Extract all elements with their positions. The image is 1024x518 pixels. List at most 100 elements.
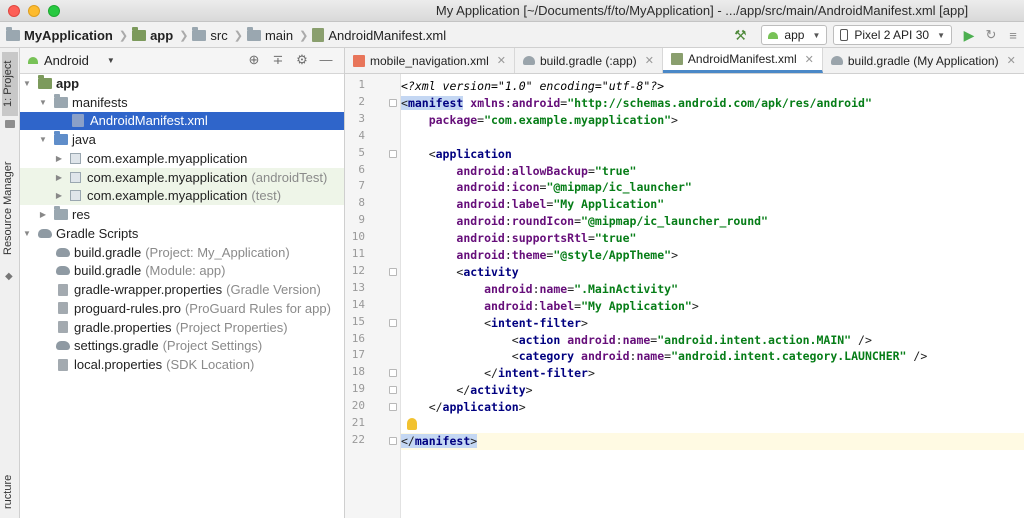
code-line[interactable]: <activity xyxy=(401,264,1024,281)
tree-item-label: settings.gradle xyxy=(74,338,159,354)
tree-item-manifests[interactable]: ▼ manifests xyxy=(20,93,344,112)
apply-changes-icon[interactable]: ↻ xyxy=(980,27,1002,43)
breadcrumb-file[interactable]: AndroidManifest.xml xyxy=(312,28,446,43)
line-number: 20 xyxy=(351,399,365,413)
expanded-arrow-icon[interactable]: ▼ xyxy=(22,229,32,238)
collapse-all-icon[interactable]: ∓ xyxy=(266,52,290,68)
code-line[interactable]: </application> xyxy=(401,399,1024,416)
expanded-arrow-icon[interactable]: ▼ xyxy=(38,135,48,144)
code-line[interactable]: android:supportsRtl="true" xyxy=(401,230,1024,247)
code-line[interactable]: android:label="My Application" xyxy=(401,196,1024,213)
breadcrumb-main[interactable]: main xyxy=(246,26,293,43)
collapsed-arrow-icon[interactable]: ▶ xyxy=(38,210,48,219)
code-line[interactable]: </intent-filter> xyxy=(401,365,1024,382)
tree-item-label: proguard-rules.pro xyxy=(74,300,181,316)
tree-item-label: com.example.myapplication xyxy=(87,188,248,204)
code-area[interactable]: <?xml version="1.0" encoding="utf-8"?> <m… xyxy=(401,74,1024,518)
close-icon[interactable]: ✕ xyxy=(497,54,506,67)
tab-mobile-navigation[interactable]: mobile_navigation.xml ✕ xyxy=(345,48,515,73)
gradle-elephant-icon xyxy=(56,247,70,257)
tree-item-local-properties[interactable]: local.properties (SDK Location) xyxy=(20,355,344,374)
code-line[interactable]: <intent-filter> xyxy=(401,315,1024,332)
tree-item-gradle-scripts[interactable]: ▼ Gradle Scripts xyxy=(20,224,344,243)
code-line[interactable]: <manifest xmlns:android="http://schemas.… xyxy=(401,95,1024,112)
code-line[interactable]: <action android:name="android.intent.act… xyxy=(401,332,1024,349)
fold-marker-icon[interactable] xyxy=(389,267,397,276)
code-line[interactable]: package="com.example.myapplication"> xyxy=(401,112,1024,129)
xml-file-icon xyxy=(353,54,365,67)
text-file-icon xyxy=(58,302,68,315)
fold-marker-icon[interactable] xyxy=(389,149,397,158)
code-line[interactable] xyxy=(401,416,1024,433)
code-line[interactable]: android:name=".MainActivity" xyxy=(401,281,1024,298)
chevron-down-icon: ▼ xyxy=(812,30,821,40)
tree-item-package-androidtest[interactable]: ▶ com.example.myapplication (androidTest… xyxy=(20,167,344,187)
fold-marker-icon[interactable] xyxy=(389,318,397,327)
expanded-arrow-icon[interactable]: ▼ xyxy=(38,98,48,107)
fold-marker-icon[interactable] xyxy=(389,403,397,412)
code-line[interactable]: android:icon="@mipmap/ic_launcher" xyxy=(401,179,1024,196)
breadcrumb-app[interactable]: app xyxy=(132,26,173,43)
expanded-arrow-icon[interactable]: ▼ xyxy=(22,79,32,88)
close-icon[interactable]: ✕ xyxy=(1007,54,1016,67)
tab-android-manifest[interactable]: AndroidManifest.xml ✕ xyxy=(662,48,823,73)
fold-marker-icon[interactable] xyxy=(389,369,397,378)
more-actions-icon[interactable]: ≡ xyxy=(1002,28,1024,43)
tree-item-gradle-wrapper[interactable]: gradle-wrapper.properties (Gradle Versio… xyxy=(20,280,344,299)
hammer-icon[interactable]: ⚒ xyxy=(729,25,751,45)
code-line[interactable]: <category android:name="android.intent.c… xyxy=(401,348,1024,365)
tab-build-gradle-app[interactable]: build.gradle (:app) ✕ xyxy=(515,48,663,73)
structure-tool-button[interactable]: ructure xyxy=(2,468,18,516)
code-line[interactable]: <application xyxy=(401,146,1024,163)
tree-item-package-main[interactable]: ▶ com.example.myapplication xyxy=(20,149,344,168)
project-tool-button[interactable]: 1: Project xyxy=(2,52,18,116)
fold-marker-icon[interactable] xyxy=(389,386,397,395)
line-number: 12 xyxy=(351,263,365,277)
code-line[interactable]: android:roundIcon="@mipmap/ic_launcher_r… xyxy=(401,213,1024,230)
code-line[interactable]: </activity> xyxy=(401,382,1024,399)
line-number: 8 xyxy=(358,196,365,210)
resource-manager-tool-button[interactable]: Resource Manager xyxy=(2,148,18,268)
tree-item-proguard-rules[interactable]: proguard-rules.pro (ProGuard Rules for a… xyxy=(20,299,344,318)
tree-item-app[interactable]: ▼ app xyxy=(20,74,344,93)
run-configuration-select[interactable]: app ▼ xyxy=(761,25,828,45)
close-icon[interactable]: ✕ xyxy=(805,53,814,66)
code-line[interactable]: android:allowBackup="true" xyxy=(401,163,1024,180)
code-line[interactable]: <?xml version="1.0" encoding="utf-8"?> xyxy=(401,78,1024,95)
folder-icon xyxy=(246,26,261,41)
project-view-select[interactable]: Android ▼ xyxy=(28,53,115,68)
tab-build-gradle-project[interactable]: build.gradle (My Application) ✕ xyxy=(823,48,1024,73)
tree-item-java[interactable]: ▼ java xyxy=(20,130,344,149)
fold-marker-icon[interactable] xyxy=(389,98,397,107)
lightbulb-icon[interactable] xyxy=(407,418,417,430)
close-icon[interactable]: ✕ xyxy=(645,54,654,67)
chevron-right-icon: ❯ xyxy=(233,29,243,42)
tree-item-gradle-properties[interactable]: gradle.properties (Project Properties) xyxy=(20,318,344,337)
line-number: 19 xyxy=(351,382,365,396)
collapsed-arrow-icon[interactable]: ▶ xyxy=(54,154,64,163)
tree-item-settings-gradle[interactable]: settings.gradle (Project Settings) xyxy=(20,337,344,356)
hide-icon[interactable]: — xyxy=(314,52,338,68)
code-line[interactable]: android:theme="@style/AppTheme"> xyxy=(401,247,1024,264)
code-line[interactable]: android:label="My Application"> xyxy=(401,298,1024,315)
line-number: 22 xyxy=(351,432,365,446)
code-line[interactable] xyxy=(401,129,1024,146)
collapsed-arrow-icon[interactable]: ▶ xyxy=(54,173,64,182)
tree-item-package-test[interactable]: ▶ com.example.myapplication (test) xyxy=(20,186,344,206)
breadcrumb-project[interactable]: MyApplication xyxy=(6,26,113,43)
fold-marker-icon[interactable] xyxy=(389,436,397,445)
tree-item-build-gradle-project[interactable]: build.gradle (Project: My_Application) xyxy=(20,243,344,262)
breadcrumb-src[interactable]: src xyxy=(192,26,228,43)
device-select[interactable]: Pixel 2 API 30 ▼ xyxy=(833,25,952,45)
locate-icon[interactable]: ⊕ xyxy=(242,52,266,68)
tree-item-res[interactable]: ▶ res xyxy=(20,205,344,224)
run-configuration-value: app xyxy=(784,28,805,42)
run-icon[interactable]: ▶ xyxy=(958,27,980,44)
collapsed-arrow-icon[interactable]: ▶ xyxy=(54,191,64,200)
line-number: 2 xyxy=(358,94,365,108)
tree-item-build-gradle-module[interactable]: build.gradle (Module: app) xyxy=(20,262,344,281)
tree-item-android-manifest[interactable]: AndroidManifest.xml xyxy=(20,111,344,131)
resource-folder-icon xyxy=(54,206,68,221)
code-line[interactable]: </manifest> xyxy=(401,432,1024,450)
gear-icon[interactable]: ⚙ xyxy=(290,52,314,68)
